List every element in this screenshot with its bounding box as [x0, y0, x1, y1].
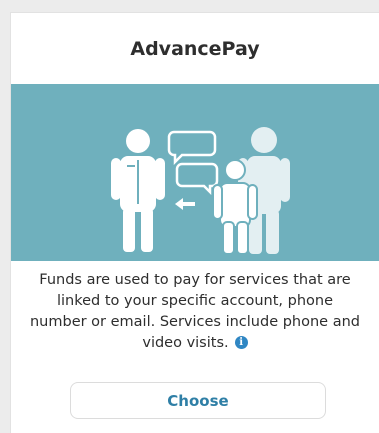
people-transfer-illustration-icon [111, 127, 290, 255]
card-title: AdvancePay [130, 37, 260, 60]
description-block: Funds are used to pay for services that … [29, 270, 361, 354]
info-icon[interactable]: i [234, 336, 248, 349]
choose-button[interactable]: Choose [70, 382, 326, 419]
description-text: Funds are used to pay for services that … [29, 272, 360, 351]
illustration-banner [11, 84, 379, 261]
advancepay-card: AdvancePay Funds are used to pay for ser… [10, 12, 379, 433]
